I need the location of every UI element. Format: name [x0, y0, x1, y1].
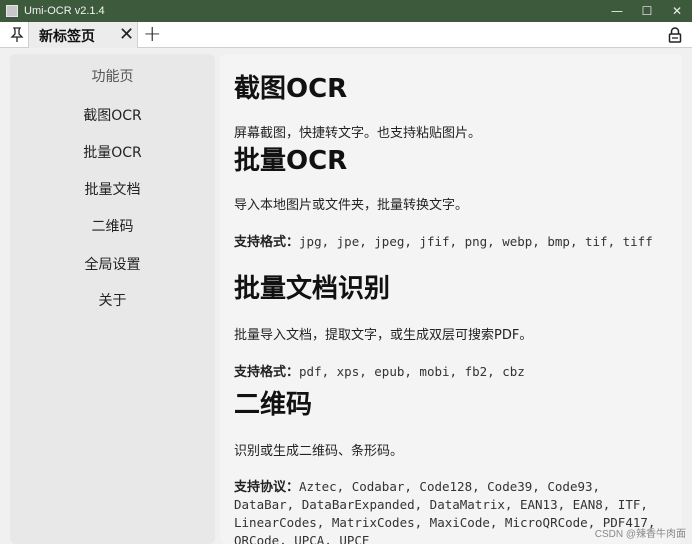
sidebar-item-batch-doc[interactable]: 批量文档 [10, 179, 215, 201]
sidebar-item-qrcode[interactable]: 二维码 [10, 216, 215, 238]
minimize-button[interactable]: — [602, 0, 632, 22]
lock-icon[interactable] [668, 27, 682, 43]
title-bar: Umi-OCR v2.1.4 — ☐ ✕ [0, 0, 692, 22]
formats-label: 支持协议： [234, 480, 300, 495]
section-description: 识别或生成二维码、条形码。 [234, 444, 404, 459]
formats-list: pdf, xps, epub, mobi, fb2, cbz [299, 364, 525, 379]
sidebar-title: 功能页 [91, 69, 134, 85]
sidebar-item-global-settings[interactable]: 全局设置 [10, 254, 215, 276]
tab-new[interactable]: 新标签页 ✕ [28, 22, 138, 48]
formats-label: 支持格式： [234, 235, 300, 250]
close-window-button[interactable]: ✕ [662, 0, 692, 22]
pin-icon[interactable] [10, 27, 24, 43]
maximize-button[interactable]: ☐ [632, 0, 662, 22]
formats-label: 支持格式： [234, 365, 300, 380]
section-heading: 二维码 [234, 390, 313, 420]
sidebar: 功能页 截图OCR 批量OCR 批量文档 二维码 全局设置 关于 [10, 54, 215, 544]
window-controls: — ☐ ✕ [602, 0, 692, 22]
section-heading: 批量文档识别 [234, 274, 391, 304]
tab-close-icon[interactable]: ✕ [119, 24, 134, 45]
add-tab-button[interactable]: + [143, 22, 161, 47]
app-icon [6, 5, 18, 17]
sidebar-item-batch-ocr[interactable]: 批量OCR [10, 142, 215, 164]
formats-list: jpg, jpe, jpeg, jfif, png, webp, bmp, ti… [299, 234, 653, 249]
section-heading: 截图OCR [234, 74, 348, 104]
section-description: 批量导入文档，提取文字，或生成双层可搜索PDF。 [234, 328, 533, 343]
sidebar-item-screenshot-ocr[interactable]: 截图OCR [10, 105, 215, 127]
formats-text: 支持格式：jpg, jpe, jpeg, jfif, png, webp, bm… [234, 233, 664, 251]
tab-bar: 新标签页 ✕ + [0, 22, 692, 48]
section-description: 屏幕截图，快捷转文字。也支持粘贴图片。 [234, 126, 482, 141]
section-description: 导入本地图片或文件夹，批量转换文字。 [234, 198, 469, 213]
sidebar-item-about[interactable]: 关于 [10, 290, 215, 312]
tab-label: 新标签页 [39, 29, 95, 45]
main-content: 截图OCR 屏幕截图，快捷转文字。也支持粘贴图片。 批量OCR 导入本地图片或文… [220, 54, 682, 544]
formats-text: 支持格式：pdf, xps, epub, mobi, fb2, cbz [234, 363, 664, 381]
window-title: Umi-OCR v2.1.4 [24, 5, 105, 17]
section-heading: 批量OCR [234, 146, 348, 176]
watermark: CSDN @辣香牛肉面 [594, 529, 686, 540]
